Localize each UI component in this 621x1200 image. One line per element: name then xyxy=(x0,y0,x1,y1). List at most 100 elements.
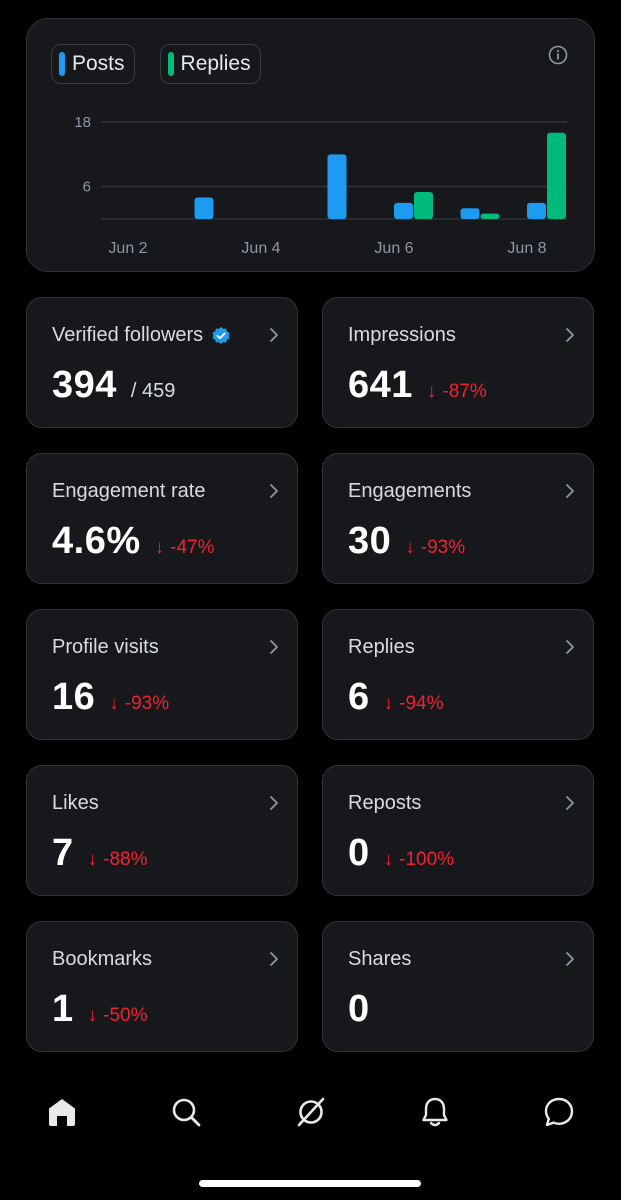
chevron-right-icon xyxy=(270,484,278,498)
stat-value: 30 xyxy=(348,520,392,562)
stat-value: 394 xyxy=(52,364,117,406)
search-icon[interactable] xyxy=(164,1090,208,1134)
stat-value-row: 0 xyxy=(348,988,370,1031)
chart-card: Posts Replies 18 6 Jun 2 Jun 4 Jun 6 Jun 8 xyxy=(26,18,595,272)
stat-delta: ↓ -100% xyxy=(384,849,454,871)
stat-value: 0 xyxy=(348,988,370,1030)
stat-label: Shares xyxy=(348,948,411,971)
bar-chart: 18 6 Jun 2 Jun 4 Jun 6 Jun 8 xyxy=(74,114,567,257)
stat-label: Bookmarks xyxy=(52,948,152,971)
posts-bar[interactable] xyxy=(527,202,546,219)
chevron-right-icon xyxy=(566,484,574,498)
stat-value: 0 xyxy=(348,832,370,874)
stat-delta-value: -93% xyxy=(124,693,170,714)
chevron-right-icon xyxy=(270,640,278,654)
chevron-right-icon xyxy=(270,328,278,342)
stat-delta-value: -94% xyxy=(399,693,444,714)
stat-delta-value: -93% xyxy=(420,537,466,558)
down-arrow-icon: ↓ xyxy=(405,537,415,558)
grok-icon[interactable] xyxy=(289,1090,333,1134)
stat-card[interactable]: Reposts 0 ↓ -100% xyxy=(322,765,594,896)
stat-card[interactable]: Likes 7 ↓ -88% xyxy=(26,765,298,896)
stat-delta: ↓ -93% xyxy=(405,537,465,559)
stat-card[interactable]: Replies 6 ↓ -94% xyxy=(322,609,594,740)
down-arrow-icon: ↓ xyxy=(109,693,119,714)
stat-label: Reposts xyxy=(348,792,421,815)
stat-delta-value: -88% xyxy=(103,849,148,870)
stat-value-row: 1 ↓ -50% xyxy=(52,988,148,1031)
stat-card[interactable]: Shares 0 xyxy=(322,921,594,1052)
x-tick-label: Jun 8 xyxy=(507,240,546,257)
stat-delta-value: -47% xyxy=(170,537,215,558)
stat-value: 641 xyxy=(348,364,413,406)
chevron-right-icon xyxy=(270,796,278,810)
messages-icon[interactable] xyxy=(537,1090,581,1134)
home-icon[interactable] xyxy=(40,1090,84,1134)
stat-value: 16 xyxy=(52,676,96,718)
stat-delta: ↓ -50% xyxy=(88,1005,148,1027)
stat-card[interactable]: Impressions 641 ↓ -87% xyxy=(322,297,594,428)
stat-card[interactable]: Verified followers 394 / 459 xyxy=(26,297,298,428)
stat-value: 6 xyxy=(348,676,370,718)
stat-value-row: 30 ↓ -93% xyxy=(348,520,465,563)
stat-label-text: Profile visits xyxy=(52,636,159,658)
down-arrow-icon: ↓ xyxy=(87,849,98,870)
stat-card[interactable]: Engagements 30 ↓ -93% xyxy=(322,453,594,584)
replies-bar[interactable] xyxy=(547,132,566,219)
stat-card[interactable]: Bookmarks 1 ↓ -50% xyxy=(26,921,298,1052)
chevron-right-icon xyxy=(566,796,574,810)
stat-value-row: 7 ↓ -88% xyxy=(52,832,148,875)
chevron-right-icon xyxy=(566,952,574,966)
posts-bar[interactable] xyxy=(194,197,214,219)
posts-bar[interactable] xyxy=(460,208,480,219)
stat-value-row: 16 ↓ -93% xyxy=(52,676,169,719)
stat-label: Engagement rate xyxy=(52,480,205,503)
stat-delta-value: -100% xyxy=(399,849,455,870)
posts-bar[interactable] xyxy=(394,202,413,219)
stat-delta: ↓ -88% xyxy=(88,849,148,871)
stat-card[interactable]: Profile visits 16 ↓ -93% xyxy=(26,609,298,740)
stat-value-row: 0 ↓ -100% xyxy=(348,832,454,875)
stat-delta: ↓ -47% xyxy=(155,537,215,559)
down-arrow-icon: ↓ xyxy=(383,693,394,714)
bottom-nav xyxy=(0,1080,621,1146)
stat-value-row: 394 / 459 xyxy=(52,364,175,407)
posts-bar[interactable] xyxy=(327,154,347,219)
y-tick-label: 6 xyxy=(83,179,91,196)
stat-label-text: Shares xyxy=(348,948,412,970)
replies-bar[interactable] xyxy=(480,213,500,219)
stat-total: / 459 xyxy=(130,380,176,402)
stat-value: 4.6% xyxy=(52,520,141,562)
stat-value-row: 6 ↓ -94% xyxy=(348,676,444,719)
stat-delta: ↓ -93% xyxy=(109,693,169,715)
y-tick-label: 18 xyxy=(74,114,91,131)
stat-label-text: Engagement rate xyxy=(52,480,206,502)
stat-value-row: 4.6% ↓ -47% xyxy=(52,520,214,563)
x-tick-label: Jun 2 xyxy=(108,240,147,257)
replies-bar[interactable] xyxy=(414,192,433,219)
stat-label-text: Engagements xyxy=(348,480,472,502)
stat-label-text: Bookmarks xyxy=(52,948,153,970)
stat-label: Impressions xyxy=(348,324,456,347)
chevron-right-icon xyxy=(270,952,278,966)
stat-value: 7 xyxy=(52,832,74,874)
stat-card[interactable]: Engagement rate 4.6% ↓ -47% xyxy=(26,453,298,584)
stat-value: 1 xyxy=(52,988,74,1030)
stat-label-text: Replies xyxy=(348,636,415,658)
stat-value-row: 641 ↓ -87% xyxy=(348,364,487,407)
stat-label-text: Reposts xyxy=(348,792,422,814)
stat-label: Likes xyxy=(52,792,99,815)
down-arrow-icon: ↓ xyxy=(154,537,165,558)
stat-delta-value: -50% xyxy=(103,1005,148,1026)
chevron-right-icon xyxy=(566,640,574,654)
notifications-icon[interactable] xyxy=(413,1090,457,1134)
x-tick-label: Jun 4 xyxy=(241,240,280,257)
down-arrow-icon: ↓ xyxy=(383,849,394,870)
stat-label-text: Likes xyxy=(52,792,99,814)
stat-label: Replies xyxy=(348,636,415,659)
stat-label: Profile visits xyxy=(52,636,159,659)
x-tick-label: Jun 6 xyxy=(374,240,413,257)
stat-delta-value: -87% xyxy=(442,381,487,402)
stat-delta: ↓ -94% xyxy=(384,693,444,715)
home-indicator xyxy=(199,1180,421,1187)
